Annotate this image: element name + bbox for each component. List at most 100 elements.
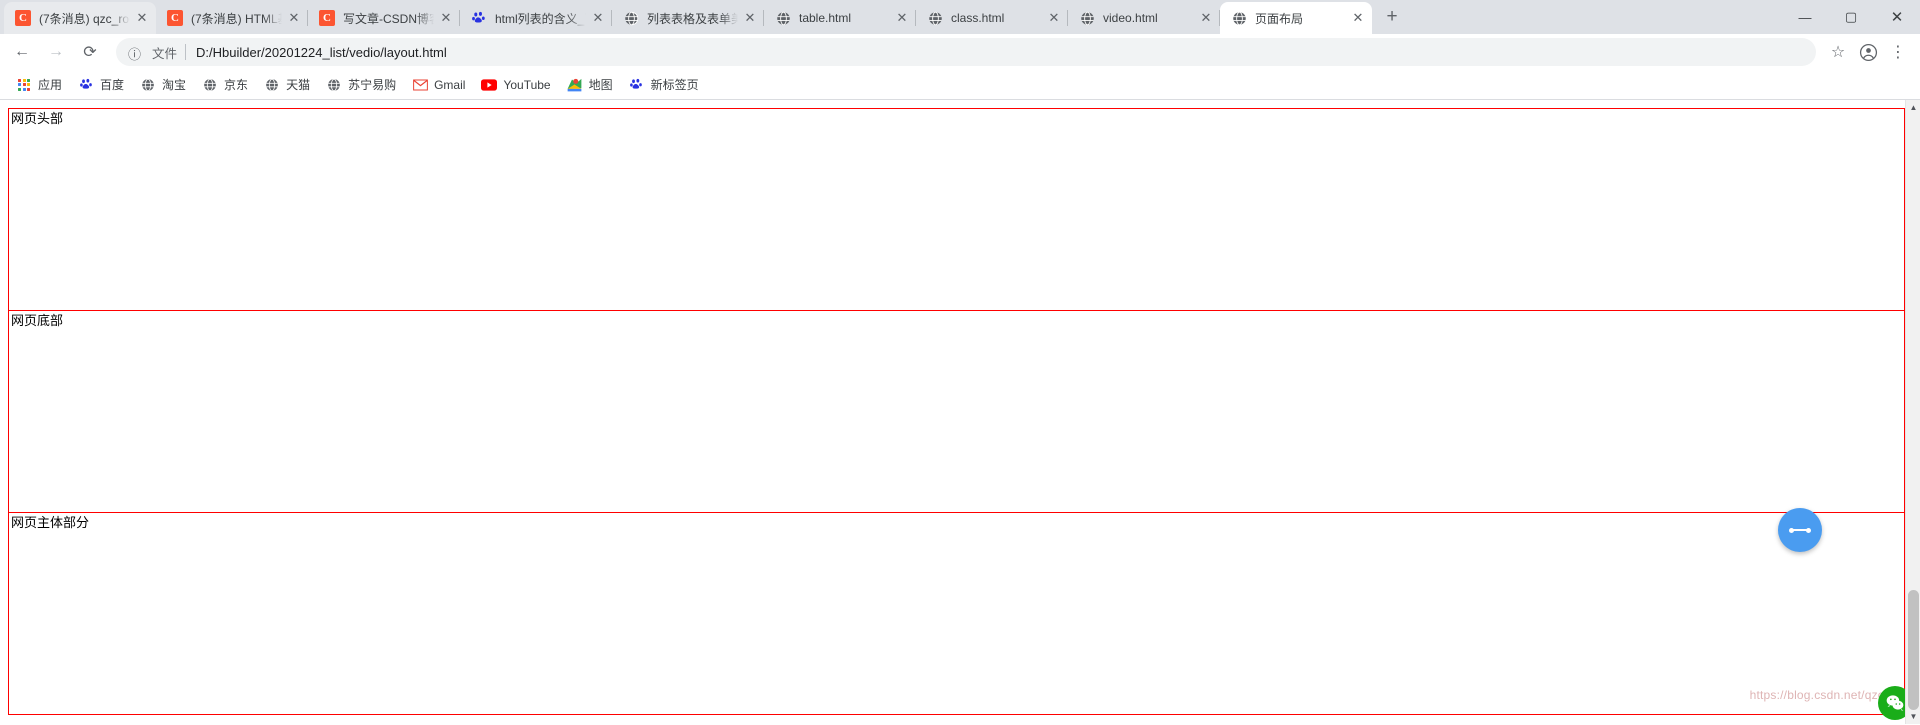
- tab-close-icon[interactable]: ✕: [286, 10, 302, 26]
- section-label: 网页主体部分: [11, 515, 90, 530]
- page-content: 网页头部 网页底部 网页主体部分: [0, 100, 1920, 723]
- address-bar[interactable]: ⓘ 文件 D:/Hbuilder/20201224_list/vedio/lay…: [116, 38, 1816, 66]
- tab-title: class.html: [951, 11, 1005, 25]
- tab-close-icon[interactable]: ✕: [134, 10, 150, 26]
- browser-tab[interactable]: 列表表格及表单美化 ✕: [612, 2, 764, 34]
- apps-grid-icon: [16, 77, 32, 93]
- reload-icon[interactable]: ⟳: [76, 38, 104, 66]
- chrome-menu-icon[interactable]: ⋮: [1884, 38, 1912, 66]
- page-info-icon[interactable]: ⓘ: [128, 44, 144, 62]
- page-section-footer: 网页底部: [8, 310, 1905, 513]
- browser-tab[interactable]: table.html ✕: [764, 2, 916, 34]
- maps-icon: [567, 77, 583, 93]
- browser-tab[interactable]: html列表的含义_百度搜 ✕: [460, 2, 612, 34]
- csdn-icon: C: [167, 10, 183, 26]
- browser-window: C (7条消息) qzc_root的推 ✕ C (7条消息) HTML基础_1 …: [0, 0, 1920, 725]
- bookmark-item-taobao[interactable]: 淘宝: [132, 73, 194, 97]
- tab-title: table.html: [799, 11, 852, 25]
- globe-icon: [202, 77, 218, 93]
- bookmark-item-tmall[interactable]: 天猫: [256, 73, 318, 97]
- tab-title: (7条消息) HTML基础_1: [191, 11, 282, 26]
- bookmark-item-apps[interactable]: 应用: [8, 73, 70, 97]
- page-viewport: 网页头部 网页底部 网页主体部分 https://blog.csdn.net/q…: [0, 100, 1920, 724]
- bookmark-item-youtube[interactable]: YouTube: [473, 73, 558, 97]
- forward-icon[interactable]: →: [42, 38, 70, 66]
- globe-icon: [927, 10, 943, 26]
- tab-close-icon[interactable]: ✕: [894, 10, 910, 26]
- tab-title: 页面布局: [1255, 11, 1304, 26]
- bookmark-label: 淘宝: [162, 78, 187, 92]
- floating-drag-button[interactable]: [1778, 508, 1822, 552]
- bookmark-label: 地图: [588, 78, 613, 92]
- url-text: D:/Hbuilder/20201224_list/vedio/layout.h…: [196, 44, 447, 60]
- browser-tab[interactable]: C (7条消息) qzc_root的推 ✕: [4, 2, 156, 34]
- browser-tab[interactable]: C (7条消息) HTML基础_1 ✕: [156, 2, 308, 34]
- bookmark-label: 应用: [38, 78, 63, 92]
- tab-strip: C (7条消息) qzc_root的推 ✕ C (7条消息) HTML基础_1 …: [0, 0, 1920, 34]
- maximize-button[interactable]: ▢: [1828, 0, 1874, 34]
- bookmark-item-gmail[interactable]: Gmail: [404, 73, 473, 97]
- back-icon[interactable]: ←: [8, 38, 36, 66]
- scroll-up-arrow-icon[interactable]: ▲: [1906, 100, 1920, 115]
- bookmark-label: 百度: [100, 78, 125, 92]
- tab-title: html列表的含义_百度搜: [495, 11, 586, 26]
- bookmark-item-suning[interactable]: 苏宁易购: [318, 73, 404, 97]
- tab-title: video.html: [1103, 11, 1158, 25]
- globe-icon: [264, 77, 280, 93]
- csdn-icon: C: [319, 10, 335, 26]
- globe-icon: [1231, 10, 1247, 26]
- youtube-icon: [481, 77, 498, 93]
- tab-close-icon[interactable]: ✕: [1198, 10, 1214, 26]
- section-label: 网页底部: [11, 313, 64, 328]
- bookmark-label: 苏宁易购: [348, 78, 397, 92]
- window-controls: — ▢ ✕: [1782, 0, 1920, 34]
- tab-close-icon[interactable]: ✕: [742, 10, 758, 26]
- globe-icon: [140, 77, 156, 93]
- new-tab-button[interactable]: +: [1378, 4, 1406, 32]
- bookmark-item-baidu[interactable]: 百度: [70, 73, 132, 97]
- bookmark-label: Gmail: [434, 77, 466, 92]
- bookmark-item-maps[interactable]: 地图: [559, 73, 621, 97]
- tab-close-icon[interactable]: ✕: [590, 10, 606, 26]
- window-close-button[interactable]: ✕: [1874, 0, 1920, 34]
- page-section-header: 网页头部: [8, 108, 1905, 311]
- browser-tab[interactable]: C 写文章-CSDN博客 ✕: [308, 2, 460, 34]
- bookmark-item-jd[interactable]: 京东: [194, 73, 256, 97]
- bookmark-label: 京东: [224, 78, 249, 92]
- csdn-watermark: https://blog.csdn.net/qzc: [1749, 688, 1884, 702]
- browser-tab[interactable]: video.html ✕: [1068, 2, 1220, 34]
- gmail-icon: [412, 77, 428, 93]
- tab-title: (7条消息) qzc_root的推: [39, 11, 130, 26]
- url-scheme-label: 文件: [152, 46, 178, 61]
- baidu-icon: [78, 77, 94, 93]
- baidu-icon: [629, 77, 645, 93]
- csdn-icon: C: [15, 10, 31, 26]
- tab-title: 列表表格及表单美化: [647, 11, 738, 26]
- minimize-button[interactable]: —: [1782, 0, 1828, 34]
- bookmark-label: YouTube: [503, 77, 551, 92]
- baidu-icon: [471, 10, 487, 26]
- tab-close-icon[interactable]: ✕: [1046, 10, 1062, 26]
- bookmarks-bar: 应用 百度 淘宝 京东 天猫 苏宁易购 Gmail YouTube 地图 新标签…: [0, 70, 1920, 100]
- profile-avatar-icon[interactable]: [1854, 38, 1882, 66]
- bookmark-star-icon[interactable]: ☆: [1824, 38, 1852, 66]
- bookmark-label: 新标签页: [650, 78, 699, 92]
- browser-toolbar: ← → ⟳ ⓘ 文件 D:/Hbuilder/20201224_list/ved…: [0, 34, 1920, 70]
- omnibox-divider: [185, 44, 187, 60]
- globe-icon: [326, 77, 342, 93]
- scrollbar-thumb[interactable]: [1908, 590, 1919, 710]
- tab-close-icon[interactable]: ✕: [1350, 10, 1366, 26]
- page-scrollbar[interactable]: ▲ ▼: [1905, 100, 1920, 724]
- page-section-main: 网页主体部分: [8, 512, 1905, 715]
- scroll-down-arrow-icon[interactable]: ▼: [1906, 709, 1920, 724]
- tab-close-icon[interactable]: ✕: [438, 10, 454, 26]
- tab-title: 写文章-CSDN博客: [343, 11, 434, 26]
- bookmark-item-newtab[interactable]: 新标签页: [621, 73, 707, 97]
- globe-icon: [1079, 10, 1095, 26]
- browser-tab[interactable]: class.html ✕: [916, 2, 1068, 34]
- browser-tab-active[interactable]: 页面布局 ✕: [1220, 2, 1372, 34]
- globe-icon: [623, 10, 639, 26]
- drag-handle-icon: [1789, 527, 1811, 533]
- globe-icon: [775, 10, 791, 26]
- bookmark-label: 天猫: [286, 78, 311, 92]
